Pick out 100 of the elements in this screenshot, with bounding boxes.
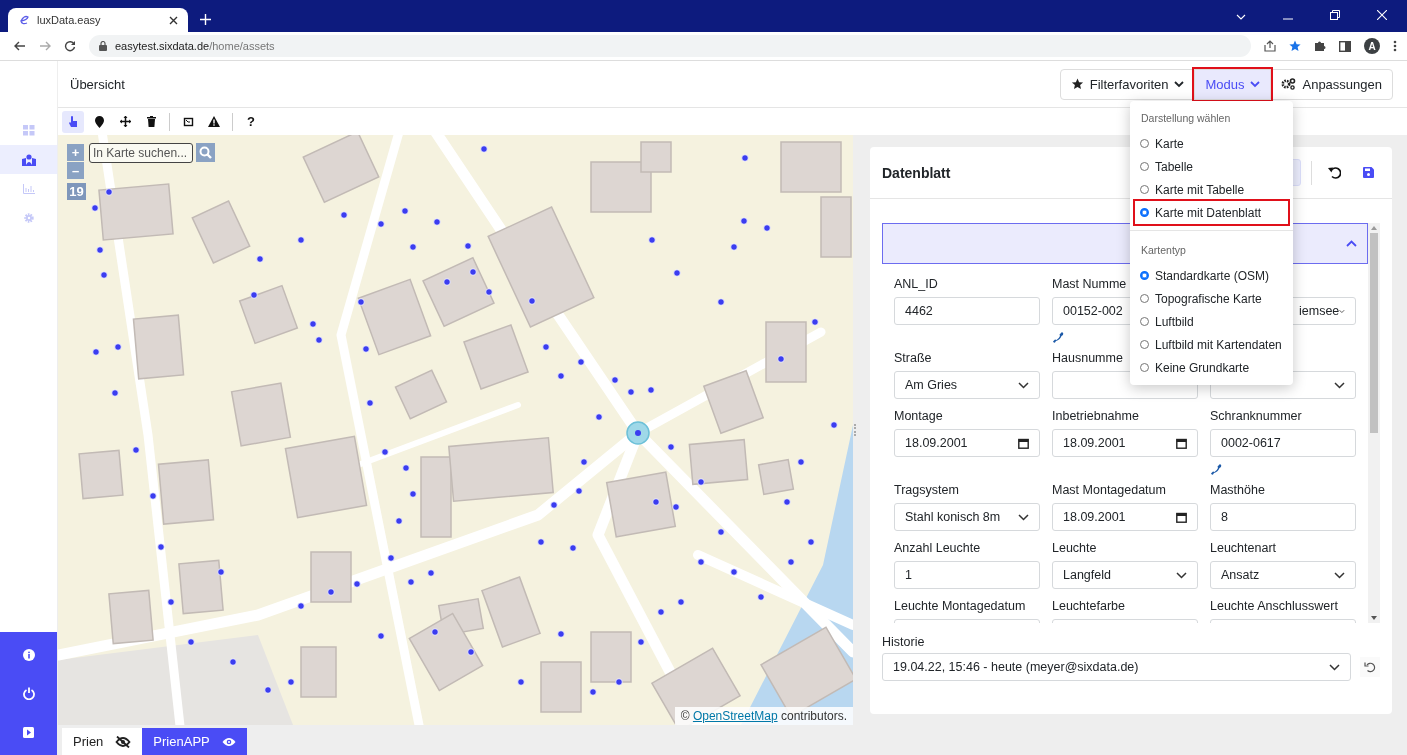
back-icon[interactable] [14,40,26,52]
chevron-down-icon[interactable] [1236,14,1246,20]
toolbar-button[interactable]: Anpassungen [1270,68,1393,100]
field-label: Anzahl Leuchte [894,541,981,556]
select-field[interactable]: Stahl konisch 8m [894,503,1040,531]
zoom-level: 19 [67,183,86,200]
field-label: Inbetriebnahme [1052,409,1139,424]
reload-icon[interactable] [64,40,76,52]
date-field[interactable]: 18.09.2001 [894,429,1040,457]
chevron-down-icon [1329,663,1340,671]
text-field[interactable]: 1 [894,561,1040,589]
select-field[interactable]: 19.04.22, 15:46 - heute (meyer@sixdata.de) [882,653,1351,681]
field-label: ANL_ID [894,277,938,292]
chevron-down-icon [1334,381,1345,389]
map-attribution: © OpenStreetMap contributors. [674,707,853,725]
menu-option[interactable]: Standardkarte (OSM) [1135,264,1288,287]
search-button[interactable] [196,143,215,162]
star-icon [1070,78,1084,90]
menu-option[interactable]: Karte mit Tabelle [1135,178,1288,201]
option-label: Karte mit Datenblatt [1155,205,1262,220]
power-icon[interactable] [22,687,35,701]
field-label: Masthöhe [1210,483,1265,498]
text-field[interactable]: 8 [1210,503,1356,531]
kebab-menu-icon[interactable] [1393,40,1397,52]
select-field[interactable]: Langfeld [1052,561,1198,589]
phone-icon[interactable] [1052,331,1065,344]
share-icon[interactable] [1264,40,1276,52]
menu-option[interactable]: Tabelle [1135,155,1288,178]
option-label: Karte mit Tabelle [1155,182,1245,197]
undo-icon[interactable] [1328,166,1341,179]
option-label: Luftbild mit Kartendaten [1155,337,1282,352]
radio-button[interactable] [1140,271,1149,280]
gears-icon [1281,78,1297,90]
pointer-hand-icon [68,115,78,128]
field-label: Montage [894,409,943,424]
field-label: Leuchte Anschlusswert [1210,599,1338,614]
reset-icon [1364,661,1376,673]
option-label: Keine Grundkarte [1155,360,1250,375]
reset-button[interactable] [1360,657,1380,677]
puzzle-icon[interactable] [1314,40,1326,52]
menu-heading: Kartentyp [1140,243,1187,258]
layer-tab[interactable]: PrienAPP [142,728,247,755]
new-tab-icon[interactable] [200,14,211,25]
field-label: Mast Montagedatum [1052,483,1166,498]
field-label: Tragsystem [894,483,959,498]
info-icon[interactable] [22,649,35,662]
menu-heading: Darstellung wählen [1140,111,1232,126]
field-label: Leuchte Montagedatum [894,599,1026,614]
layer-tab[interactable]: Prien [62,728,143,755]
menu-option[interactable]: Karte mit Datenblatt [1135,201,1288,224]
calendar-icon [1018,437,1029,449]
sidebar-icon[interactable] [1339,40,1351,52]
address-bar[interactable]: easytest.sixdata.de/home/assets [89,35,1251,57]
favicon-icon [18,14,30,26]
scroll-down-icon[interactable] [1371,616,1377,620]
frame-icon [182,116,194,127]
chevron-down-icon [1176,571,1187,579]
field-label: Straße [894,351,932,366]
field-label: Historie [882,635,925,650]
date-field[interactable]: 18.09.2001 [1052,429,1198,457]
toolbar-button[interactable]: Modus [1194,68,1272,100]
select-field[interactable]: Ansatz [1210,561,1356,589]
play-square-icon[interactable] [23,726,34,738]
menu-option[interactable]: Luftbild mit Kartendaten [1135,333,1288,356]
restore-icon[interactable] [1330,10,1340,20]
browser-tab[interactable]: luxData.easy [8,8,188,32]
date-field[interactable]: 18.09.2001 [1052,503,1198,531]
card-title: Datenblatt [882,164,951,181]
calendar-icon [1176,511,1187,523]
text-field[interactable]: 4462 [894,297,1040,325]
map-user-icon [21,153,36,166]
select-field[interactable]: Am Gries [894,371,1040,399]
sidebar-item[interactable] [0,145,57,174]
osm-link[interactable]: OpenStreetMap [692,709,778,723]
page-title: Übersicht [70,76,125,92]
save-icon[interactable] [1363,167,1374,178]
option-label: Tabelle [1155,159,1194,174]
close-icon[interactable] [169,15,178,25]
menu-option[interactable]: Keine Grundkarte [1135,356,1288,379]
radio-button[interactable] [1140,208,1149,217]
scrollbar[interactable] [1368,223,1380,623]
lock-icon [99,41,107,51]
help-button[interactable]: ? [240,110,262,133]
selected-marker[interactable] [626,421,650,445]
field-label: Hausnumme [1052,351,1123,366]
profile-avatar[interactable]: A [1364,38,1380,54]
warning-icon [208,116,220,127]
settings-icon [22,211,35,224]
phone-icon[interactable] [1210,463,1223,476]
option-label: Standardkarte (OSM) [1155,268,1270,283]
field-label: Mast Numme [1052,277,1127,292]
field-label: Leuchte [1052,541,1097,556]
field-label: Leuchtefarbe [1052,599,1125,614]
trash-icon [146,116,156,127]
bar-chart-icon [22,183,35,194]
menu-option[interactable]: Karte [1135,132,1288,155]
text-field[interactable]: 0002-0617 [1210,429,1356,457]
chevron-down-icon [1250,80,1261,88]
star-icon[interactable] [1289,40,1301,52]
search-field[interactable]: In Karte suchen... [89,143,193,163]
